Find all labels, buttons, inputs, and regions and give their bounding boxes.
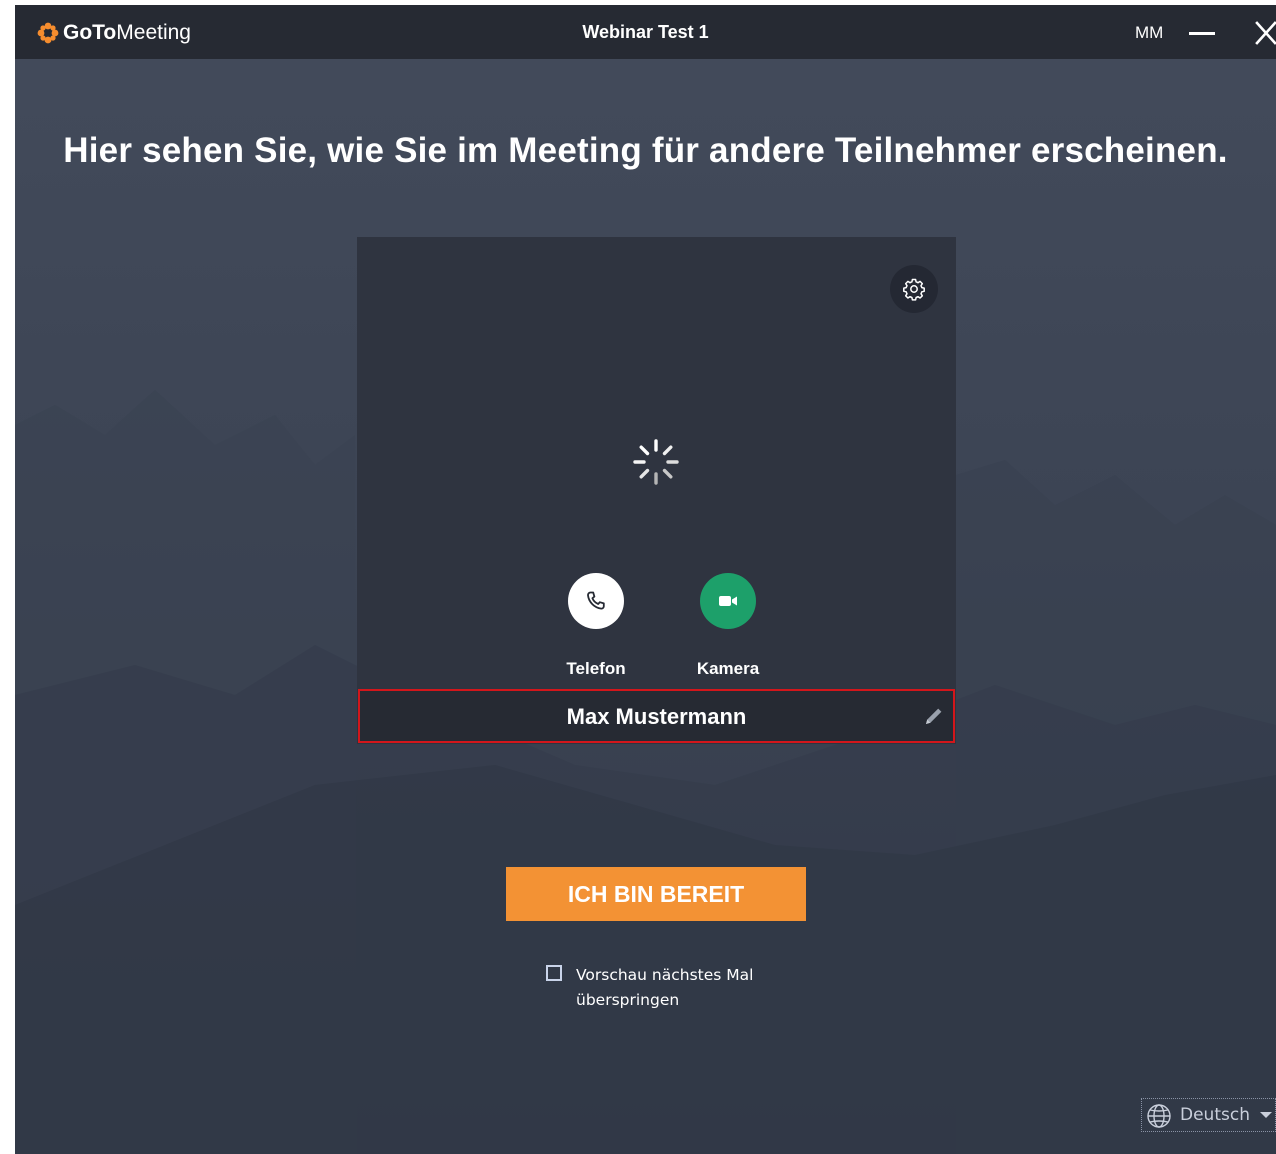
globe-icon bbox=[1147, 1104, 1171, 1128]
window-title: Webinar Test 1 bbox=[582, 22, 709, 42]
gear-icon bbox=[903, 278, 925, 301]
minimize-icon[interactable] bbox=[1187, 21, 1217, 45]
language-label: Deutsch bbox=[1180, 1105, 1250, 1125]
phone-label: Telefon bbox=[566, 659, 626, 678]
skip-preview-checkbox[interactable] bbox=[546, 965, 562, 981]
camera-button[interactable] bbox=[700, 573, 756, 629]
close-icon[interactable] bbox=[1253, 19, 1276, 47]
phone-button[interactable] bbox=[568, 573, 624, 629]
user-initials[interactable]: MM bbox=[1135, 23, 1163, 43]
video-camera-icon bbox=[719, 596, 737, 606]
loading-spinner-icon bbox=[633, 439, 679, 485]
video-preview-panel: Telefon Kamera Max Mustermann bbox=[357, 237, 956, 744]
title-bar: GoTo Meeting Webinar Test 1 MM bbox=[15, 5, 1276, 59]
participant-name: Max Mustermann bbox=[566, 704, 747, 729]
language-select[interactable]: Deutsch bbox=[1141, 1098, 1276, 1132]
pencil-icon[interactable] bbox=[923, 705, 945, 727]
participant-name-field[interactable]: Max Mustermann bbox=[358, 689, 955, 743]
page-headline: Hier sehen Sie, wie Sie im Meeting für a… bbox=[63, 131, 1228, 170]
chevron-down-icon bbox=[1260, 1112, 1272, 1118]
camera-label: Kamera bbox=[696, 659, 760, 678]
settings-button[interactable] bbox=[890, 265, 938, 313]
app-window: GoTo Meeting Webinar Test 1 MM Hier sehen… bbox=[15, 5, 1276, 1154]
phone-icon bbox=[587, 591, 605, 610]
ready-button[interactable]: ICH BIN BEREIT bbox=[506, 867, 806, 921]
skip-preview-label[interactable]: Vorschau nächstes Mal überspringen bbox=[576, 963, 796, 1013]
